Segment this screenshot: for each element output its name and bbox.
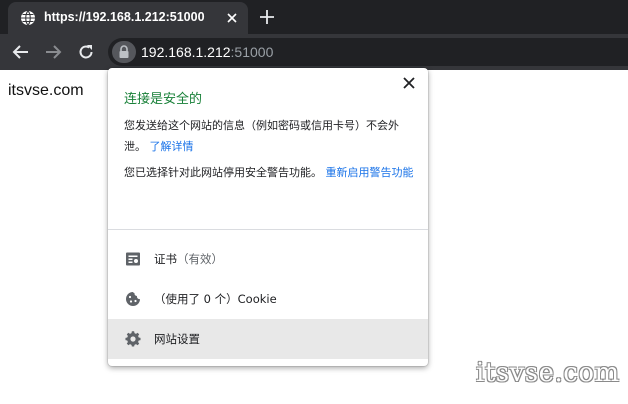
divider [108, 229, 428, 230]
forward-arrow-icon[interactable] [43, 42, 63, 62]
certificate-status: （有效） [177, 252, 223, 266]
browser-toolbar: 192.168.1.212:51000 [0, 34, 628, 70]
back-arrow-icon[interactable] [11, 42, 31, 62]
learn-more-link[interactable]: 了解详情 [150, 140, 194, 153]
certificate-label-text: 证书 [154, 252, 177, 266]
close-icon[interactable] [402, 76, 416, 90]
tab-title: https://192.168.1.212:51000 [44, 10, 205, 24]
tab-close-icon[interactable] [224, 10, 240, 26]
watermark: itsvse.com [476, 358, 620, 388]
cookies-label: （使用了 0 个）Cookie [154, 292, 277, 306]
cookies-row[interactable]: （使用了 0 个）Cookie [108, 279, 428, 319]
warning-text: 您已选择针对此网站停用安全警告功能。 [124, 166, 322, 179]
connection-secure-title: 连接是安全的 [124, 92, 203, 107]
url-host: 192.168.1.212 [141, 44, 231, 60]
cookie-icon [126, 292, 140, 306]
tab-strip: https://192.168.1.212:51000 [0, 0, 628, 34]
url-port: :51000 [230, 44, 274, 60]
url-text: 192.168.1.212:51000 [141, 44, 273, 60]
info-paragraph: 您发送给这个网站的信息（例如密码或信用卡号）不会外泄。 了解详情 [124, 115, 416, 157]
certificate-label: 证书（有效） [154, 251, 223, 267]
lock-icon [119, 45, 129, 58]
certificate-row[interactable]: 证书（有效） [108, 239, 428, 279]
globe-icon [21, 10, 35, 26]
site-info-popup: 连接是安全的 您发送给这个网站的信息（例如密码或信用卡号）不会外泄。 了解详情 … [108, 68, 428, 366]
reload-icon[interactable] [76, 42, 96, 62]
site-settings-label: 网站设置 [154, 332, 200, 346]
certificate-icon [126, 252, 140, 266]
reenable-warnings-link[interactable]: 重新启用警告功能 [326, 166, 414, 179]
site-settings-row[interactable]: 网站设置 [108, 319, 428, 359]
warning-paragraph: 您已选择针对此网站停用安全警告功能。 重新启用警告功能 [124, 162, 416, 183]
gear-icon [125, 331, 141, 347]
address-bar[interactable]: 192.168.1.212:51000 [108, 38, 628, 66]
site-info-button[interactable] [112, 41, 136, 63]
browser-tab[interactable]: https://192.168.1.212:51000 [8, 2, 248, 34]
page-body-text: itsvse.com [8, 82, 84, 99]
new-tab-plus-icon[interactable] [258, 8, 276, 26]
